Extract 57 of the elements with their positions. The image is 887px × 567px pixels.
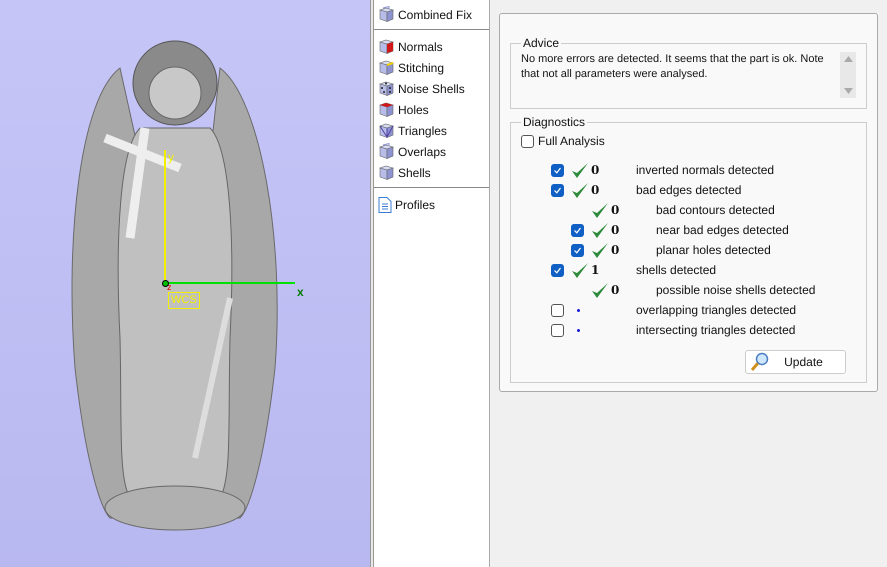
count: 0: [611, 283, 620, 297]
sidebar-item[interactable]: Profiles: [378, 196, 485, 213]
advice-text: No more errors are detected. It seems that the part is ok. Note that not all parameters were analysed.: [521, 52, 825, 82]
checkbox[interactable]: [571, 244, 584, 256]
sidebar-item[interactable]: Normals: [378, 38, 485, 55]
checkbox[interactable]: [551, 304, 564, 316]
checkbox-label: Full Analysis: [538, 133, 605, 150]
document-icon: [378, 196, 392, 212]
sidebar-item[interactable]: Shells: [378, 164, 485, 181]
diagnostic-label: bad contours detected: [656, 202, 775, 219]
checkbox[interactable]: [521, 134, 534, 148]
cube-icon: [378, 164, 395, 181]
group-title: Advice: [522, 35, 560, 52]
sidebar-item[interactable]: Overlaps: [378, 143, 485, 160]
cube-icon: [378, 59, 395, 76]
checkbox[interactable]: [551, 264, 564, 276]
count: 0: [611, 243, 620, 257]
diagnostic-label: inverted normals detected: [636, 162, 774, 179]
count: 0: [611, 203, 620, 217]
group-title: Diagnostics: [522, 114, 586, 131]
diagnostic-label: bad edges detected: [636, 182, 742, 199]
wcs-label: WCS: [168, 292, 200, 309]
tick-icon: [553, 266, 562, 274]
count: 1: [591, 263, 600, 277]
count: 0: [591, 183, 600, 197]
checkbox[interactable]: [551, 184, 564, 196]
tick-icon: [553, 166, 562, 174]
tick-icon: [573, 246, 582, 254]
axis-label: x: [297, 284, 304, 301]
sidebar-item[interactable]: Holes: [378, 101, 485, 118]
sidebar-item[interactable]: Triangles: [378, 122, 485, 139]
magnifier-icon: [750, 352, 770, 372]
cube-icon: [378, 38, 395, 55]
tick-icon: [573, 226, 582, 234]
cube-icon: [378, 101, 395, 118]
count: 0: [591, 163, 600, 177]
checkbox[interactable]: [551, 164, 564, 176]
diagnostic-label: shells detected: [636, 262, 716, 279]
count: 0: [611, 223, 620, 237]
diagnostic-label: overlapping triangles detected: [636, 302, 796, 319]
cube-icon: [378, 143, 395, 160]
axis-label: y: [168, 149, 174, 166]
sidebar-item[interactable]: Noise Shells: [378, 80, 485, 97]
sidebar-item[interactable]: Stitching: [378, 59, 485, 76]
diagnostic-label: possible noise shells detected: [656, 282, 816, 299]
cube-icon: [378, 80, 395, 97]
cube-icon: [378, 6, 395, 23]
sidebar-item[interactable]: Combined Fix: [378, 6, 485, 23]
update-button[interactable]: Update: [745, 350, 846, 374]
diagnostic-label: near bad edges detected: [656, 222, 789, 239]
diagnostic-label: intersecting triangles detected: [636, 322, 796, 339]
cube-icon: [378, 122, 395, 139]
tick-icon: [553, 186, 562, 194]
checkbox[interactable]: [551, 324, 564, 336]
diagnostic-label: planar holes detected: [656, 242, 771, 259]
checkbox[interactable]: [571, 224, 584, 236]
axis-label: z: [167, 283, 172, 292]
